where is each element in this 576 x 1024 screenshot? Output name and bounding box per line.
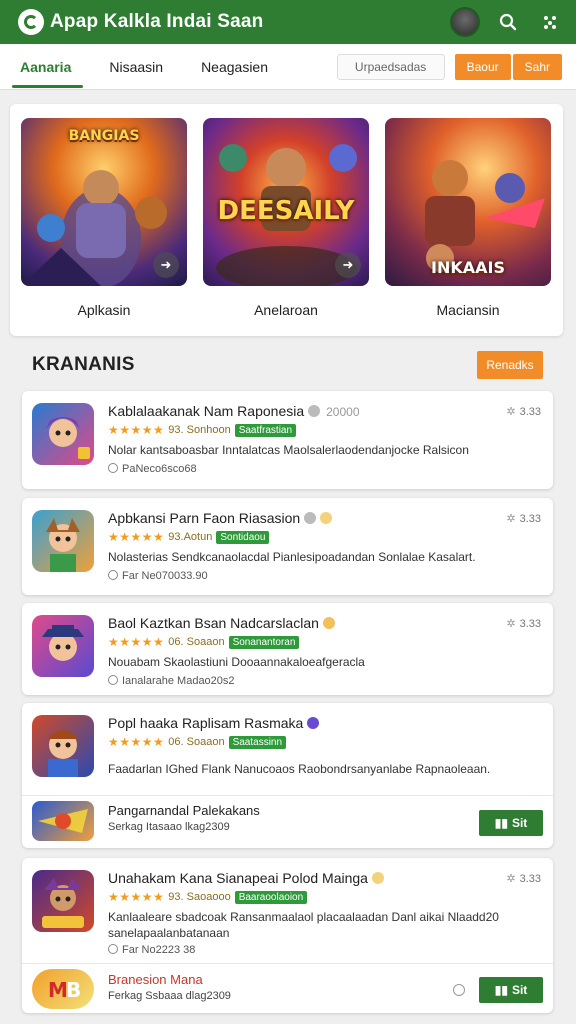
- app-icon: [32, 510, 94, 572]
- divider: [22, 963, 553, 964]
- tab-bar: Aanaria Nisaasin Neagasien Urpaedsadas B…: [0, 44, 576, 90]
- rating-text: 93.Aotun: [168, 531, 213, 543]
- app-description: Faadarlan IGhed Flank Nanucoaos Raobondr…: [108, 762, 491, 776]
- app-subtext: Far No2223 38: [108, 944, 195, 956]
- rating-text: 93. Sonhoon: [168, 424, 231, 436]
- app-icon: [32, 615, 94, 677]
- verified-icon: [308, 405, 321, 417]
- list-item[interactable]: Kablalaakanak Nam Raponesia 20000 ★★★★★ 93…: [22, 391, 553, 489]
- app-stats: ✲ 3.33: [506, 406, 541, 418]
- app-description: Kanlaaleare sbadcoak Ransanmaalaol placa…: [108, 910, 499, 924]
- featured-item[interactable]: INKAAIS Maciansin: [385, 118, 551, 318]
- app-title: Kablalaakanak Nam Raponesia 20000: [108, 403, 360, 419]
- verified-icon: [304, 512, 317, 524]
- star-rating: ★★★★★: [108, 423, 165, 437]
- svg-text:M: M: [48, 978, 68, 1002]
- game-artwork[interactable]: BANGIAS ➜: [21, 118, 187, 286]
- app-description: Nolar kantsaboasbar Inntalatcas Maolsale…: [108, 443, 469, 457]
- tab-nisaasin[interactable]: Nisaasin: [97, 45, 175, 88]
- sub-row-subtext: Serkag Itasaao lkag2309: [108, 821, 230, 833]
- game-artwork[interactable]: INKAAIS: [385, 118, 551, 286]
- app-icon: [32, 801, 94, 841]
- featured-label: Maciansin: [436, 302, 500, 318]
- sub-row-subtext: Ferkag Ssbaaa dlag2309: [108, 990, 231, 1002]
- list-item[interactable]: Baol Kaztkan Bsan Nadcarslaclan ★★★★★ 06.…: [22, 603, 553, 695]
- app-title: Apbkansi Parn Faon Riasasion: [108, 510, 333, 526]
- app-icon: MB: [32, 969, 94, 1009]
- play-icon[interactable]: ➜: [335, 252, 361, 278]
- rating-text: 06. Soaaon: [168, 736, 225, 748]
- svg-text:B: B: [66, 978, 81, 1002]
- rating-text: 93. Saoaooo: [168, 891, 231, 903]
- list-item[interactable]: Apbkansi Parn Faon Riasasion ★★★★★ 93.Aot…: [22, 498, 553, 595]
- list-item[interactable]: Popl haaka Raplisam Rasmaka ★★★★★ 06. Soa…: [22, 703, 553, 848]
- artwork-title: BANGIAS: [68, 128, 140, 144]
- featured-label: Aplkasin: [77, 302, 131, 318]
- info-icon[interactable]: [453, 984, 465, 996]
- artwork-title: INKAAIS: [431, 258, 505, 277]
- star-rating: ★★★★★: [108, 735, 165, 749]
- featured-label: Anelaroan: [254, 302, 318, 318]
- app-stats: ✲ 3.33: [506, 873, 541, 885]
- chart-icon: ▮▮: [494, 983, 508, 997]
- app-icon: [32, 715, 94, 777]
- sub-row-title: Pangarnandal Palekakans: [108, 803, 260, 818]
- app-subtext: PaNeco6sco68: [108, 463, 197, 475]
- search-icon[interactable]: [494, 8, 522, 36]
- featured-panel: BANGIAS ➜ Aplkasin DEESAILY ➜ Anelaroan: [10, 104, 563, 336]
- app-title: Popl haaka Raplisam Rasmaka: [108, 715, 320, 731]
- app-icon: [32, 870, 94, 932]
- app-title: Unahakam Kana Sianapeai Polod Mainga: [108, 870, 384, 886]
- star-rating: ★★★★★: [108, 530, 165, 544]
- app-stats: ✲ 3.33: [506, 513, 541, 525]
- install-button[interactable]: ▮▮ Sit: [479, 977, 543, 1003]
- tab-aanaria[interactable]: Aanaria: [8, 45, 84, 88]
- gear-icon: ✲: [506, 873, 516, 885]
- app-stats: ✲ 3.33: [506, 618, 541, 630]
- badge-icon: [322, 617, 335, 629]
- logo-icon: [18, 9, 44, 35]
- verified-icon: [307, 717, 320, 729]
- app-icon: [32, 403, 94, 465]
- category-tag: Sontidaou: [216, 530, 270, 544]
- badge-icon: [320, 512, 333, 524]
- app-description-line2: sanelapaalanbatanaan: [108, 926, 230, 940]
- more-icon[interactable]: [536, 8, 564, 36]
- artwork-title: DEESAILY: [217, 196, 355, 226]
- featured-item[interactable]: BANGIAS ➜ Aplkasin: [21, 118, 187, 318]
- category-tag: Saatfrastian: [234, 423, 297, 437]
- search-input[interactable]: Urpaedsadas: [336, 53, 445, 80]
- chart-icon: ▮▮: [494, 816, 508, 830]
- install-button[interactable]: ▮▮ Sit: [479, 810, 543, 836]
- tab-neagasien[interactable]: Neagasien: [189, 45, 280, 88]
- app-subtext: Far Ne070033.90: [108, 570, 208, 582]
- section-title: KRANANIS: [32, 354, 135, 375]
- app-title: Baol Kaztkan Bsan Nadcarslaclan: [108, 615, 335, 631]
- gear-icon: ✲: [506, 406, 516, 418]
- gear-icon: ✲: [506, 618, 516, 630]
- sahr-button[interactable]: Sahr: [512, 53, 562, 80]
- app-header: Apap Kalkla Indai Saan: [0, 0, 576, 44]
- app-title: Apap Kalkla Indai Saan: [50, 11, 264, 32]
- category-tag: Baaraoolaoion: [234, 890, 308, 904]
- rating-text: 06. Soaaon: [168, 636, 225, 648]
- star-rating: ★★★★★: [108, 890, 165, 904]
- category-tag: Sonanantoran: [228, 635, 300, 649]
- category-tag: Saatassinn: [228, 735, 287, 749]
- app-description: Nouabam Skaolastiuni Dooaannakaloeafgera…: [108, 655, 365, 669]
- star-rating: ★★★★★: [108, 635, 165, 649]
- app-subtext: Ianalarahe Madao20s2: [108, 675, 235, 687]
- baour-button[interactable]: Baour: [454, 53, 511, 80]
- list-item[interactable]: Unahakam Kana Sianapeai Polod Mainga ★★★…: [22, 858, 553, 1013]
- app-description: Nolasterias Sendkcanaolacdal Pianlesipoa…: [108, 550, 476, 564]
- game-artwork[interactable]: DEESAILY ➜: [203, 118, 369, 286]
- sub-row-title: Branesion Mana: [108, 972, 203, 987]
- featured-item[interactable]: DEESAILY ➜ Anelaroan: [203, 118, 369, 318]
- gear-icon: ✲: [506, 513, 516, 525]
- badge-icon: [371, 872, 384, 884]
- play-icon[interactable]: ➜: [153, 252, 179, 278]
- section-action-button[interactable]: Renadks: [477, 351, 543, 379]
- avatar[interactable]: [450, 7, 480, 37]
- divider: [22, 795, 553, 796]
